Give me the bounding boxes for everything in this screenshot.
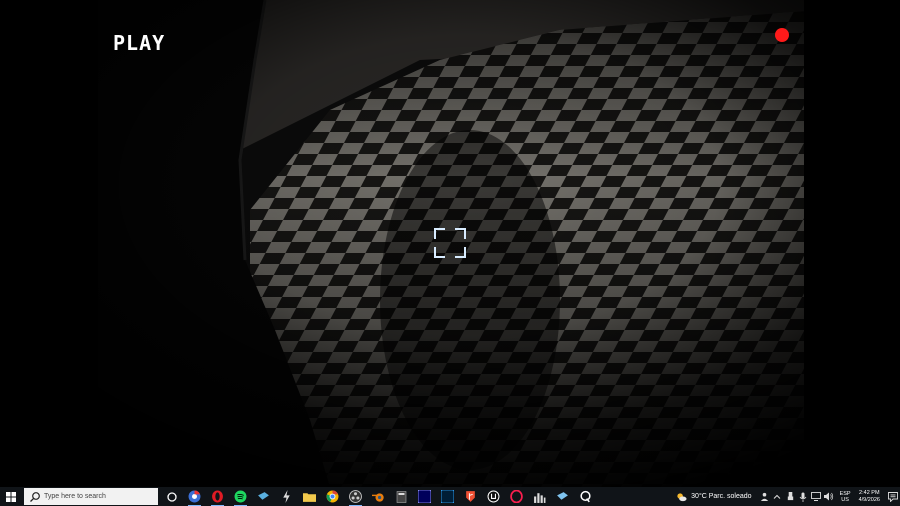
taskbar-app-blender[interactable] — [367, 487, 390, 506]
folder-icon — [303, 492, 316, 502]
taskbar-app-spotify[interactable] — [229, 487, 252, 506]
taskbar-app-audio-meter[interactable] — [528, 487, 551, 506]
windows-logo-icon — [6, 491, 16, 502]
usb-icon — [787, 492, 793, 501]
letterbox-right — [804, 0, 900, 487]
notifications-button[interactable] — [886, 487, 900, 506]
taskbar-app-after-effects[interactable] — [413, 487, 436, 506]
opera-icon — [212, 490, 223, 503]
taskbar-app-chrome[interactable] — [321, 487, 344, 506]
taskbar-app-photoshop[interactable] — [436, 487, 459, 506]
speaker-icon — [824, 492, 834, 501]
start-button[interactable] — [0, 487, 22, 506]
taskbar-app-cortana[interactable] — [160, 487, 183, 506]
photoshop-icon — [441, 490, 454, 503]
bars-icon — [534, 492, 546, 503]
weather-description: Parc. soleado — [708, 493, 752, 500]
taskbar-search-box[interactable]: Type here to search — [24, 488, 158, 505]
taskbar-app-steam[interactable] — [252, 487, 275, 506]
weather-widget[interactable]: 30°C Parc. soleado — [676, 492, 752, 502]
chrome-icon — [188, 490, 201, 503]
taskbar-app-opera[interactable] — [206, 487, 229, 506]
microphone-icon — [799, 492, 807, 502]
chrome-icon — [326, 490, 339, 503]
windows-taskbar: Type here to search 30°C Parc. soleado E… — [0, 487, 900, 506]
game-viewport[interactable]: PLAY — [0, 0, 900, 487]
input-language-button[interactable]: ESP US — [840, 491, 851, 503]
taskbar-app-git-fork[interactable] — [459, 487, 482, 506]
steam-icon — [557, 492, 568, 500]
volume-button[interactable] — [824, 492, 834, 502]
recording-indicator-icon — [775, 28, 789, 42]
blender-icon — [372, 492, 384, 502]
letterbox-left — [0, 0, 98, 487]
after-effects-icon — [418, 490, 431, 503]
clock-date: 4/9/2026 — [858, 496, 880, 503]
people-icon — [760, 492, 768, 501]
taskbar-app-bolt[interactable] — [275, 487, 298, 506]
unreal-icon — [487, 490, 500, 503]
taskbar-app-unreal[interactable] — [482, 487, 505, 506]
chevron-up-icon — [773, 494, 781, 499]
notification-icon — [888, 491, 898, 502]
monitor-icon — [811, 492, 822, 501]
taskbar-app-file-explorer[interactable] — [298, 487, 321, 506]
steam-icon — [258, 492, 269, 500]
taskbar-app-chrome-alt[interactable] — [183, 487, 206, 506]
microphone-button[interactable] — [798, 492, 808, 502]
weather-temperature: 30°C — [691, 493, 707, 500]
circle-icon — [166, 491, 177, 502]
show-hidden-icons-button[interactable] — [772, 492, 782, 502]
taskbar-app-capture[interactable] — [574, 487, 597, 506]
clock-button[interactable]: 2:42 PM 4/9/2026 — [859, 490, 880, 503]
capture-icon — [580, 490, 591, 503]
play-status-label: PLAY — [113, 31, 166, 55]
search-icon — [30, 491, 40, 502]
taskbar-app-steam-2[interactable] — [551, 487, 574, 506]
pinned-apps — [160, 487, 597, 506]
focus-brackets-icon — [434, 228, 466, 258]
system-tray: 30°C Parc. soleado ESP US 2:42 PM 4/9/20… — [676, 487, 900, 506]
opera-gx-icon — [510, 490, 523, 503]
display-button[interactable] — [811, 492, 822, 502]
network-people-icon[interactable] — [759, 492, 769, 502]
taskbar-app-obs[interactable] — [344, 487, 367, 506]
obs-icon — [349, 490, 362, 503]
partly-sunny-icon — [677, 492, 687, 501]
spotify-icon — [234, 490, 247, 503]
usb-device-icon-button[interactable] — [785, 492, 795, 502]
taskbar-app-calculator[interactable] — [390, 487, 413, 506]
bolt-icon — [283, 490, 290, 503]
calculator-icon — [396, 490, 407, 503]
search-placeholder: Type here to search — [44, 493, 106, 500]
keyboard-layout: US — [841, 496, 849, 503]
taskbar-app-opera-gx[interactable] — [505, 487, 528, 506]
fork-icon — [466, 491, 475, 502]
